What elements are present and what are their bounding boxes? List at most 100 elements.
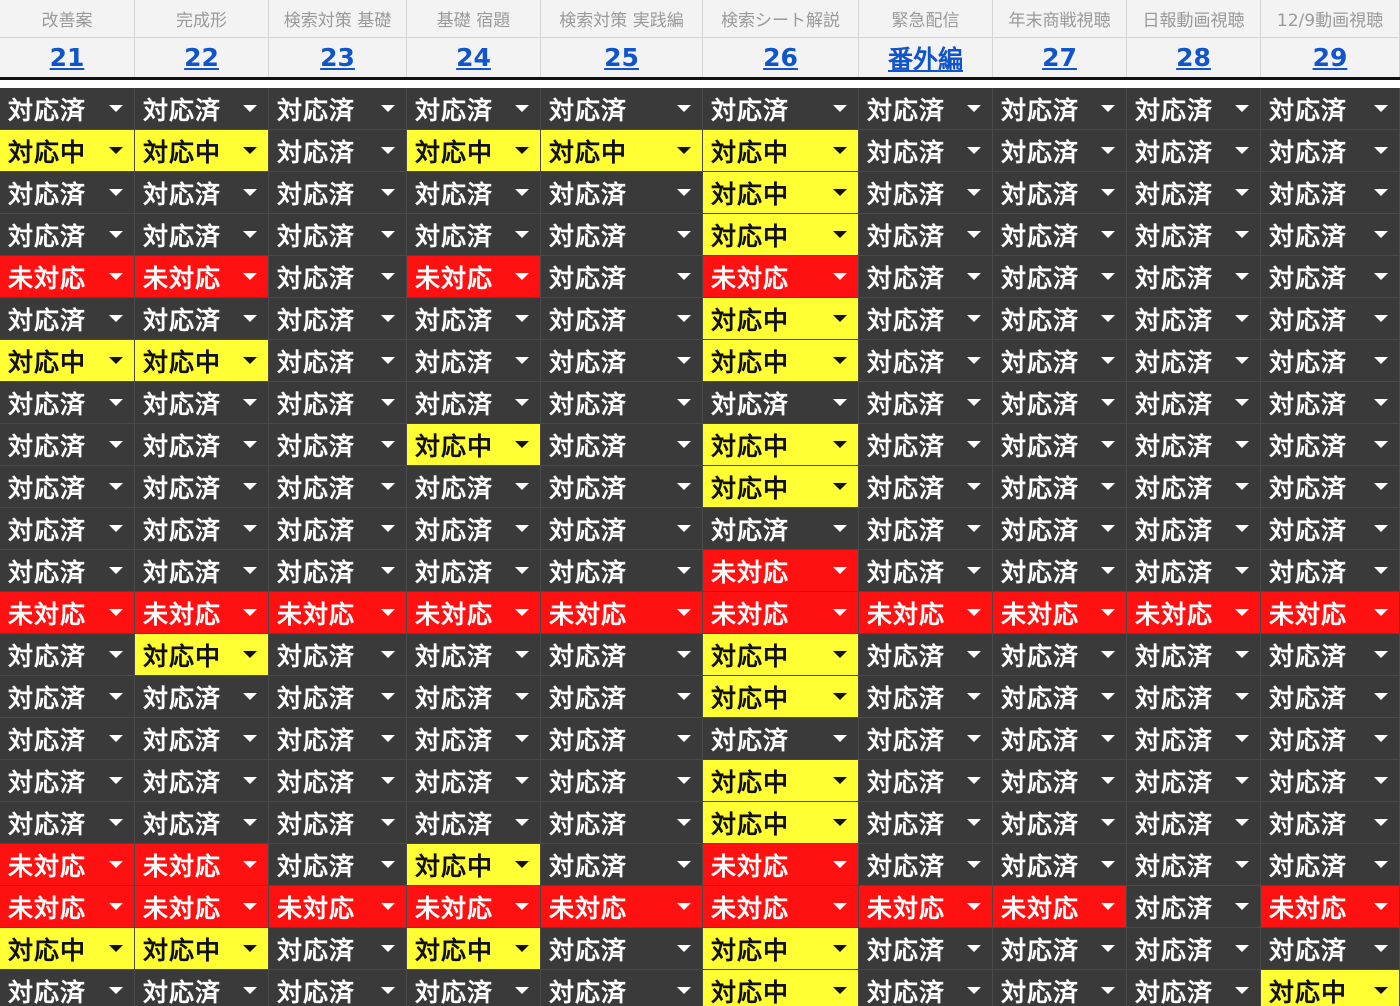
status-dropdown[interactable]: 対応済: [1127, 928, 1261, 970]
status-dropdown[interactable]: 対応済: [993, 130, 1127, 172]
dropdown-caret-icon[interactable]: [1374, 651, 1388, 658]
status-dropdown[interactable]: 対応済: [407, 760, 541, 802]
dropdown-caret-icon[interactable]: [1374, 861, 1388, 868]
status-dropdown[interactable]: 対応済: [1127, 298, 1261, 340]
episode-link[interactable]: 27: [1042, 43, 1077, 72]
dropdown-caret-icon[interactable]: [381, 147, 395, 154]
status-dropdown[interactable]: 対応済: [269, 130, 407, 172]
status-dropdown[interactable]: 対応済: [859, 298, 993, 340]
status-dropdown[interactable]: 未対応: [993, 592, 1127, 634]
status-dropdown[interactable]: 対応済: [703, 718, 859, 760]
status-dropdown[interactable]: 対応済: [1261, 130, 1400, 172]
status-dropdown[interactable]: 対応済: [1261, 382, 1400, 424]
dropdown-caret-icon[interactable]: [515, 945, 529, 952]
dropdown-caret-icon[interactable]: [381, 735, 395, 742]
status-dropdown[interactable]: 対応済: [0, 466, 135, 508]
dropdown-caret-icon[interactable]: [515, 525, 529, 532]
dropdown-caret-icon[interactable]: [515, 231, 529, 238]
dropdown-caret-icon[interactable]: [1235, 399, 1249, 406]
status-dropdown[interactable]: 対応済: [1127, 130, 1261, 172]
status-dropdown[interactable]: 対応中: [703, 172, 859, 214]
dropdown-caret-icon[interactable]: [381, 357, 395, 364]
status-dropdown[interactable]: 対応済: [407, 634, 541, 676]
dropdown-caret-icon[interactable]: [1374, 567, 1388, 574]
status-dropdown[interactable]: 対応済: [541, 844, 703, 886]
dropdown-caret-icon[interactable]: [243, 693, 257, 700]
dropdown-caret-icon[interactable]: [109, 525, 123, 532]
status-dropdown[interactable]: 対応済: [269, 970, 407, 1006]
dropdown-caret-icon[interactable]: [1374, 945, 1388, 952]
dropdown-caret-icon[interactable]: [677, 315, 691, 322]
status-dropdown[interactable]: 未対応: [993, 886, 1127, 928]
dropdown-caret-icon[interactable]: [381, 861, 395, 868]
status-dropdown[interactable]: 対応済: [1261, 718, 1400, 760]
status-dropdown[interactable]: 対応済: [541, 508, 703, 550]
dropdown-caret-icon[interactable]: [515, 441, 529, 448]
status-dropdown[interactable]: 対応済: [993, 760, 1127, 802]
dropdown-caret-icon[interactable]: [677, 357, 691, 364]
dropdown-caret-icon[interactable]: [833, 357, 847, 364]
status-dropdown[interactable]: 対応済: [1261, 256, 1400, 298]
status-dropdown[interactable]: 対応済: [859, 508, 993, 550]
status-dropdown[interactable]: 対応中: [703, 340, 859, 382]
dropdown-caret-icon[interactable]: [243, 567, 257, 574]
dropdown-caret-icon[interactable]: [1235, 567, 1249, 574]
dropdown-caret-icon[interactable]: [243, 651, 257, 658]
status-dropdown[interactable]: 対応済: [1127, 466, 1261, 508]
status-dropdown[interactable]: 対応済: [269, 256, 407, 298]
dropdown-caret-icon[interactable]: [515, 399, 529, 406]
dropdown-caret-icon[interactable]: [1101, 315, 1115, 322]
status-dropdown[interactable]: 未対応: [703, 886, 859, 928]
status-dropdown[interactable]: 対応済: [1261, 634, 1400, 676]
status-dropdown[interactable]: 対応済: [1127, 970, 1261, 1006]
status-dropdown[interactable]: 対応済: [135, 550, 269, 592]
status-dropdown[interactable]: 対応中: [0, 130, 135, 172]
status-dropdown[interactable]: 対応済: [993, 508, 1127, 550]
dropdown-caret-icon[interactable]: [677, 777, 691, 784]
status-dropdown[interactable]: 対応済: [0, 802, 135, 844]
dropdown-caret-icon[interactable]: [677, 735, 691, 742]
status-dropdown[interactable]: 対応済: [1261, 508, 1400, 550]
status-dropdown[interactable]: 対応済: [1127, 802, 1261, 844]
status-dropdown[interactable]: 対応済: [859, 382, 993, 424]
dropdown-caret-icon[interactable]: [967, 273, 981, 280]
status-dropdown[interactable]: 対応済: [269, 760, 407, 802]
dropdown-caret-icon[interactable]: [967, 819, 981, 826]
status-dropdown[interactable]: 対応済: [269, 676, 407, 718]
episode-link[interactable]: 29: [1313, 43, 1348, 72]
status-dropdown[interactable]: 対応済: [859, 928, 993, 970]
status-dropdown[interactable]: 対応済: [0, 298, 135, 340]
status-dropdown[interactable]: 対応中: [407, 424, 541, 466]
dropdown-caret-icon[interactable]: [381, 273, 395, 280]
dropdown-caret-icon[interactable]: [515, 189, 529, 196]
status-dropdown[interactable]: 対応済: [269, 88, 407, 130]
status-dropdown[interactable]: 対応済: [407, 508, 541, 550]
status-dropdown[interactable]: 対応済: [135, 802, 269, 844]
dropdown-caret-icon[interactable]: [833, 819, 847, 826]
dropdown-caret-icon[interactable]: [677, 147, 691, 154]
status-dropdown[interactable]: 対応済: [407, 718, 541, 760]
status-dropdown[interactable]: 対応済: [1127, 172, 1261, 214]
status-dropdown[interactable]: 対応済: [269, 382, 407, 424]
status-dropdown[interactable]: 対応済: [993, 676, 1127, 718]
dropdown-caret-icon[interactable]: [1374, 189, 1388, 196]
status-dropdown[interactable]: 未対応: [541, 886, 703, 928]
dropdown-caret-icon[interactable]: [243, 399, 257, 406]
dropdown-caret-icon[interactable]: [243, 945, 257, 952]
status-dropdown[interactable]: 対応中: [541, 130, 703, 172]
dropdown-caret-icon[interactable]: [1235, 315, 1249, 322]
dropdown-caret-icon[interactable]: [381, 987, 395, 994]
status-dropdown[interactable]: 対応済: [0, 718, 135, 760]
dropdown-caret-icon[interactable]: [515, 777, 529, 784]
status-dropdown[interactable]: 対応済: [859, 760, 993, 802]
status-dropdown[interactable]: 対応済: [407, 214, 541, 256]
dropdown-caret-icon[interactable]: [109, 987, 123, 994]
dropdown-caret-icon[interactable]: [243, 357, 257, 364]
dropdown-caret-icon[interactable]: [967, 693, 981, 700]
dropdown-caret-icon[interactable]: [833, 147, 847, 154]
dropdown-caret-icon[interactable]: [1235, 945, 1249, 952]
status-dropdown[interactable]: 対応済: [135, 970, 269, 1006]
dropdown-caret-icon[interactable]: [677, 483, 691, 490]
status-dropdown[interactable]: 未対応: [269, 886, 407, 928]
status-dropdown[interactable]: 未対応: [269, 592, 407, 634]
